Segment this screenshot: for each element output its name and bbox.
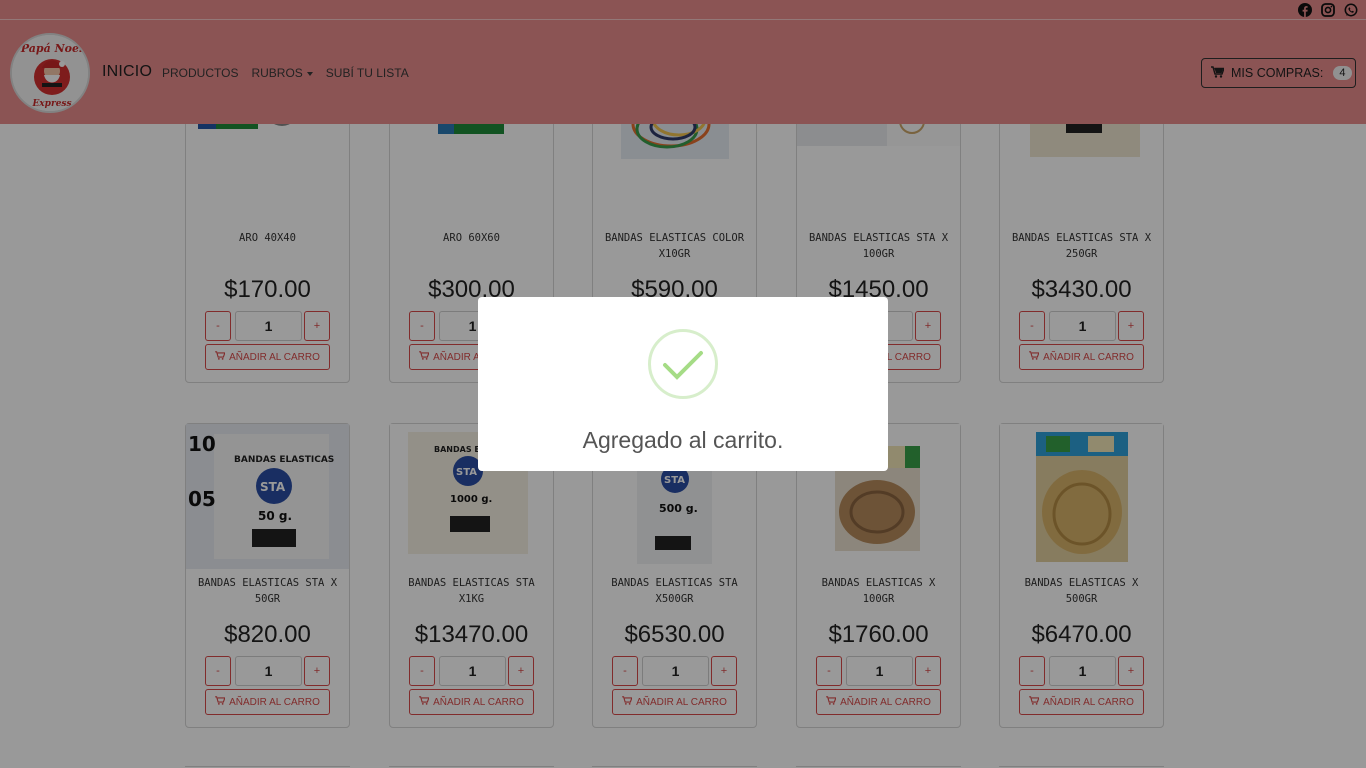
modal-title: Agregado al carrito. — [582, 427, 784, 453]
success-check-icon — [648, 329, 718, 399]
success-modal: Agregado al carrito. — [478, 297, 888, 471]
